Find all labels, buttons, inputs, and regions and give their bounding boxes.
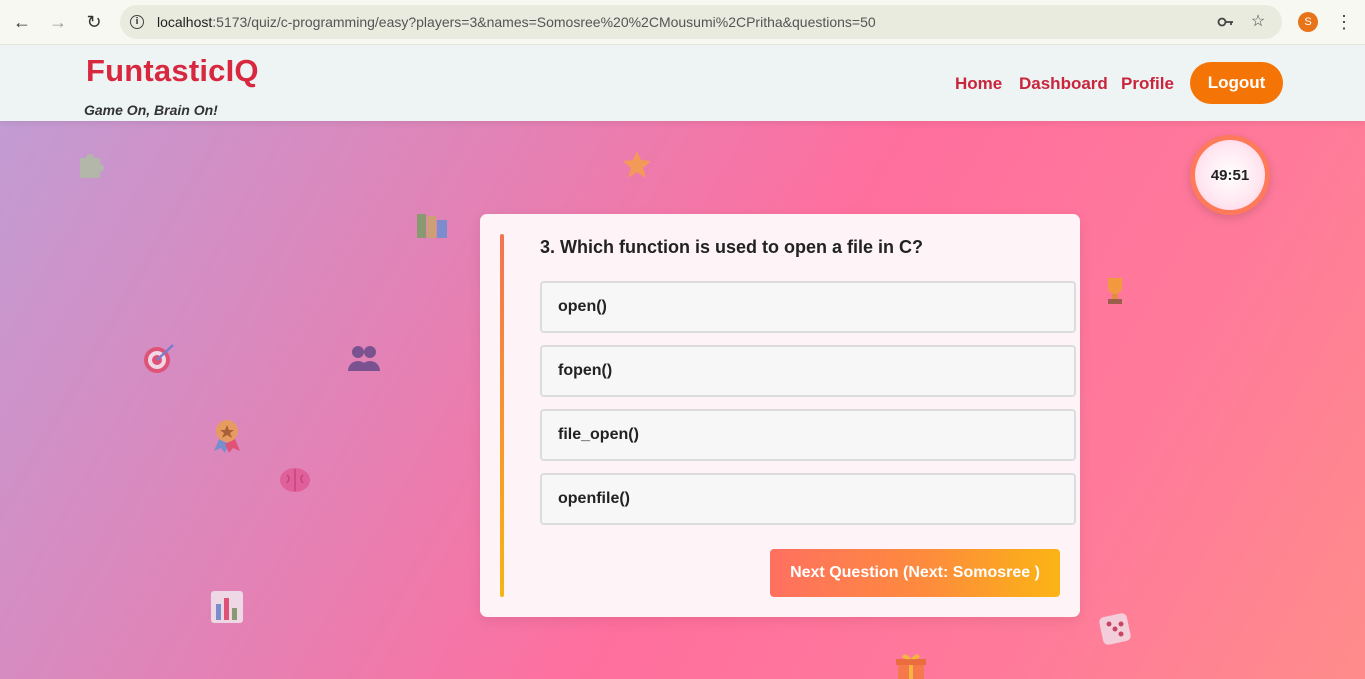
people-icon [347, 345, 381, 375]
nav-profile-link[interactable]: Profile [1121, 74, 1174, 94]
profile-avatar[interactable]: S [1298, 12, 1318, 32]
logout-button[interactable]: Logout [1190, 62, 1283, 104]
star-icon [621, 148, 653, 184]
app-header: FuntasticIQ Game On, Brain On! Home Dash… [0, 45, 1365, 121]
nav-home-link[interactable]: Home [955, 74, 1002, 94]
medal-icon [211, 417, 243, 457]
back-arrow-icon[interactable]: ← [4, 4, 40, 40]
question-card: 3. Which function is used to open a file… [480, 214, 1080, 617]
target-icon [142, 342, 176, 380]
url-text[interactable]: localhost:5173/quiz/c-programming/easy?p… [157, 14, 876, 30]
answer-option[interactable]: file_open() [540, 409, 1076, 461]
timer-value: 49:51 [1195, 140, 1265, 210]
card-accent-bar [500, 234, 504, 597]
bookmark-star-icon[interactable]: ☆ [1248, 12, 1268, 32]
browser-toolbar: ← → ↻ i localhost:5173/quiz/c-programmin… [0, 0, 1365, 45]
question-text: 3. Which function is used to open a file… [540, 237, 924, 257]
answer-option[interactable]: fopen() [540, 345, 1076, 397]
reload-icon[interactable]: ↻ [76, 4, 112, 40]
next-question-button[interactable]: Next Question (Next: Somosree ) [770, 549, 1060, 597]
books-icon [415, 212, 449, 246]
nav-dashboard-link[interactable]: Dashboard [1019, 74, 1108, 94]
answer-option[interactable]: open() [540, 281, 1076, 333]
password-key-icon[interactable] [1216, 12, 1236, 32]
answer-option[interactable]: openfile() [540, 473, 1076, 525]
dice-icon [1098, 612, 1132, 650]
site-info-icon[interactable]: i [126, 11, 148, 33]
gift-icon [895, 653, 927, 679]
forward-arrow-icon[interactable]: → [40, 4, 76, 40]
menu-dots-icon[interactable]: ⋮ [1335, 10, 1353, 34]
brand-logo[interactable]: FuntasticIQ [86, 53, 259, 89]
tagline: Game On, Brain On! [84, 102, 218, 118]
trophy-icon [1101, 275, 1129, 311]
address-bar[interactable]: i localhost:5173/quiz/c-programming/easy… [120, 5, 1282, 39]
brain-icon [278, 465, 312, 499]
puzzle-icon [74, 148, 106, 184]
bar-chart-icon [210, 590, 244, 628]
page-background: FuntasticIQ Game On, Brain On! Home Dash… [0, 45, 1365, 679]
countdown-timer: 49:51 [1190, 135, 1270, 215]
